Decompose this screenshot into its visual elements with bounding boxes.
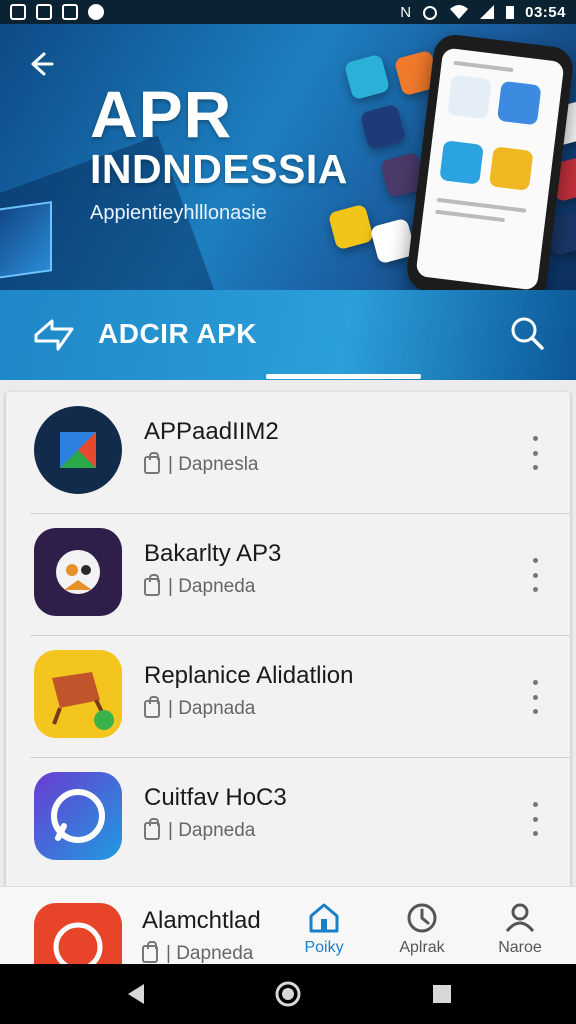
clock-icon: [407, 903, 437, 933]
maps-icon: [60, 432, 96, 468]
app-meta-label: | Dapnesla: [168, 454, 259, 475]
app-name: Replanice Alidatlion: [144, 662, 354, 689]
arrow-left-icon: [31, 52, 54, 76]
bottom-navigation: Alamchtlad | Dapneda Poiky Aplrak Naroe: [0, 886, 576, 964]
app-tab-bar: ADCIR APK: [0, 290, 576, 380]
phone-screen: [415, 47, 565, 290]
lock-icon: [144, 452, 160, 474]
app-icon: [34, 528, 122, 616]
more-options-button[interactable]: [528, 558, 542, 592]
status-bar: N 03:54: [0, 0, 576, 24]
gallery-notif-icon: [10, 4, 26, 20]
app-icon: [34, 772, 122, 860]
app-meta-label: | Dapneda: [168, 820, 256, 841]
more-options-button[interactable]: [528, 436, 542, 470]
list-item[interactable]: Bakarlty AP3 | Dapneda: [6, 514, 570, 636]
mail-notif-icon: [36, 4, 52, 20]
carrier-label: N: [400, 3, 412, 21]
app-meta-label: | Dapneda: [168, 576, 256, 597]
app-meta-label: | Dapneda: [166, 943, 254, 964]
tab-title: ADCIR APK: [98, 318, 258, 349]
phone-tile: [488, 146, 534, 191]
app-icon: [34, 650, 122, 738]
floating-app-icon: [327, 203, 375, 251]
decorative-card: [0, 201, 52, 281]
status-notifications: [10, 4, 104, 20]
floating-app-icon: [359, 103, 407, 151]
phone-tile: [447, 74, 492, 120]
nav-label: Aplrak: [399, 939, 445, 956]
app-meta: | Dapnesla: [144, 452, 259, 476]
lock-icon: [144, 818, 160, 840]
app-meta: | Dapneda: [144, 574, 256, 598]
app-notif-icon: [88, 4, 104, 20]
phone-tile: [496, 80, 542, 126]
more-options-button[interactable]: [528, 680, 542, 714]
app-name: Bakarlty AP3: [144, 540, 282, 567]
app-meta-label: | Dapnada: [168, 698, 256, 719]
chair-icon: [52, 672, 114, 730]
list-item[interactable]: Cuitfav HoC3 | Dapneda: [6, 758, 570, 880]
nav-item-profile[interactable]: Naroe: [480, 901, 560, 961]
nav-item-home[interactable]: Poiky: [284, 901, 364, 961]
battery-icon: [506, 6, 515, 19]
hero-title-line2: INDNDESSIA: [90, 146, 348, 192]
app-logo-icon: [53, 922, 103, 964]
app-list: APPaadIIM2 | Dapnesla Bakarlty AP3 | Dap…: [6, 392, 570, 892]
app-name[interactable]: Alamchtlad: [142, 907, 261, 935]
app-icon: [34, 406, 122, 494]
owl-icon: [56, 550, 100, 594]
search-button[interactable]: [506, 312, 550, 356]
tab-indicator: [266, 374, 421, 379]
hero-subtitle: Appientieyhlllonasie: [90, 202, 267, 224]
app-name: APPaadIIM2: [144, 418, 279, 445]
back-triangle-icon[interactable]: [122, 980, 150, 1008]
app-name: Cuitfav HoC3: [144, 784, 287, 811]
floating-app-icon: [343, 53, 391, 101]
list-item[interactable]: APPaadIIM2 | Dapnesla: [6, 392, 570, 514]
hero-title: APR: [90, 77, 233, 151]
home-icon: [309, 903, 339, 933]
alarm-icon: [423, 6, 438, 20]
messenger-icon: [51, 789, 105, 843]
photo-notif-icon: [62, 4, 78, 20]
list-item[interactable]: Replanice Alidatlion | Dapnada: [6, 636, 570, 758]
app-meta: | Dapneda: [144, 818, 256, 842]
more-options-button[interactable]: [528, 802, 542, 836]
phone-line: [453, 60, 514, 73]
home-circle-icon[interactable]: [274, 980, 302, 1008]
nav-label: Poiky: [304, 939, 344, 956]
app-meta: | Dapnada: [144, 696, 256, 720]
nav-label: Naroe: [498, 939, 542, 956]
phone-line: [435, 209, 506, 223]
app-icon: [34, 903, 122, 964]
logo-icon: [34, 319, 74, 351]
lock-icon: [142, 941, 158, 963]
phone-tile: [439, 140, 484, 185]
lock-icon: [144, 574, 160, 596]
system-navigation-bar: [0, 964, 576, 1024]
status-indicators: N 03:54: [400, 4, 566, 21]
clock-time: 03:54: [525, 3, 566, 21]
app-meta: | Dapneda: [142, 941, 254, 964]
search-icon: [511, 317, 544, 350]
wifi-icon: [450, 5, 469, 19]
signal-icon: [480, 5, 495, 19]
nav-item-recent[interactable]: Aplrak: [382, 901, 462, 961]
lock-icon: [144, 696, 160, 718]
person-icon: [505, 903, 535, 932]
back-button[interactable]: [20, 44, 60, 84]
hero-banner: APR INDNDESSIA Appientieyhlllonasie: [0, 24, 576, 290]
recents-square-icon[interactable]: [428, 980, 456, 1008]
